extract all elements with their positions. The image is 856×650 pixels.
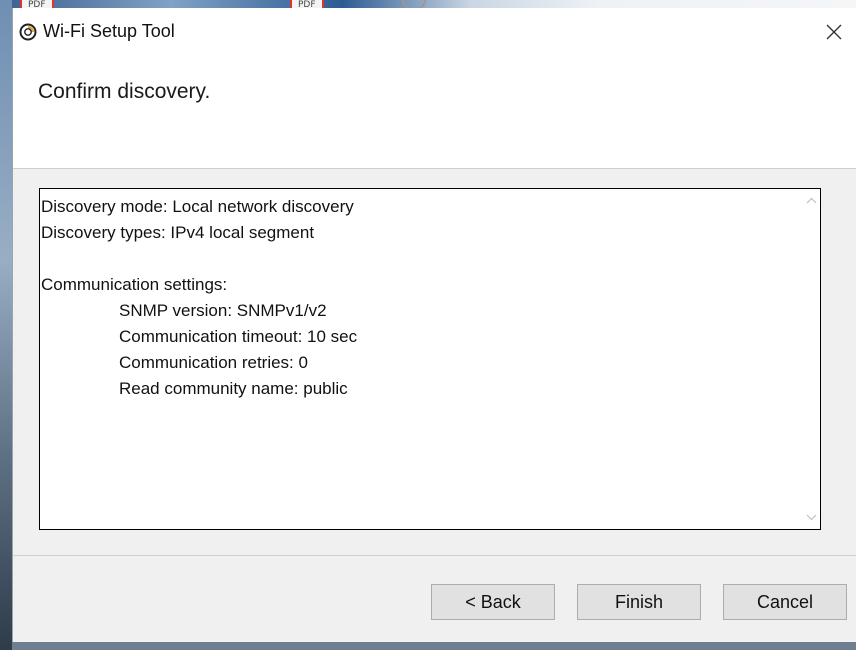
desktop-background-left	[0, 0, 12, 650]
summary-line-types: Discovery types: IPv4 local segment	[41, 223, 315, 242]
back-button[interactable]: < Back	[431, 584, 555, 620]
scroll-up-icon[interactable]	[803, 193, 820, 210]
summary-line-settings-header: Communication settings:	[41, 275, 228, 294]
summary-line-mode: Discovery mode: Local network discovery	[41, 197, 354, 216]
setting-retries: Communication retries: 0	[119, 353, 308, 372]
page-heading: Confirm discovery.	[38, 80, 211, 103]
setting-timeout: Communication timeout: 10 sec	[119, 327, 358, 346]
setting-read-community: Read community name: public	[119, 379, 348, 398]
finish-button[interactable]: Finish	[577, 584, 701, 620]
close-icon[interactable]	[819, 18, 849, 46]
setting-snmp-version: SNMP version: SNMPv1/v2	[119, 301, 327, 320]
title-bar: Wi-Fi Setup Tool	[13, 8, 856, 54]
setup-dialog: Wi-Fi Setup Tool Confirm discovery. Disc…	[12, 8, 856, 642]
summary-textbox[interactable]: Discovery mode: Local network discovery …	[39, 188, 821, 530]
vertical-scrollbar[interactable]	[803, 189, 820, 529]
cancel-button[interactable]: Cancel	[723, 584, 847, 620]
window-title: Wi-Fi Setup Tool	[43, 21, 175, 41]
app-icon	[19, 23, 37, 41]
scroll-down-icon[interactable]	[803, 508, 820, 525]
